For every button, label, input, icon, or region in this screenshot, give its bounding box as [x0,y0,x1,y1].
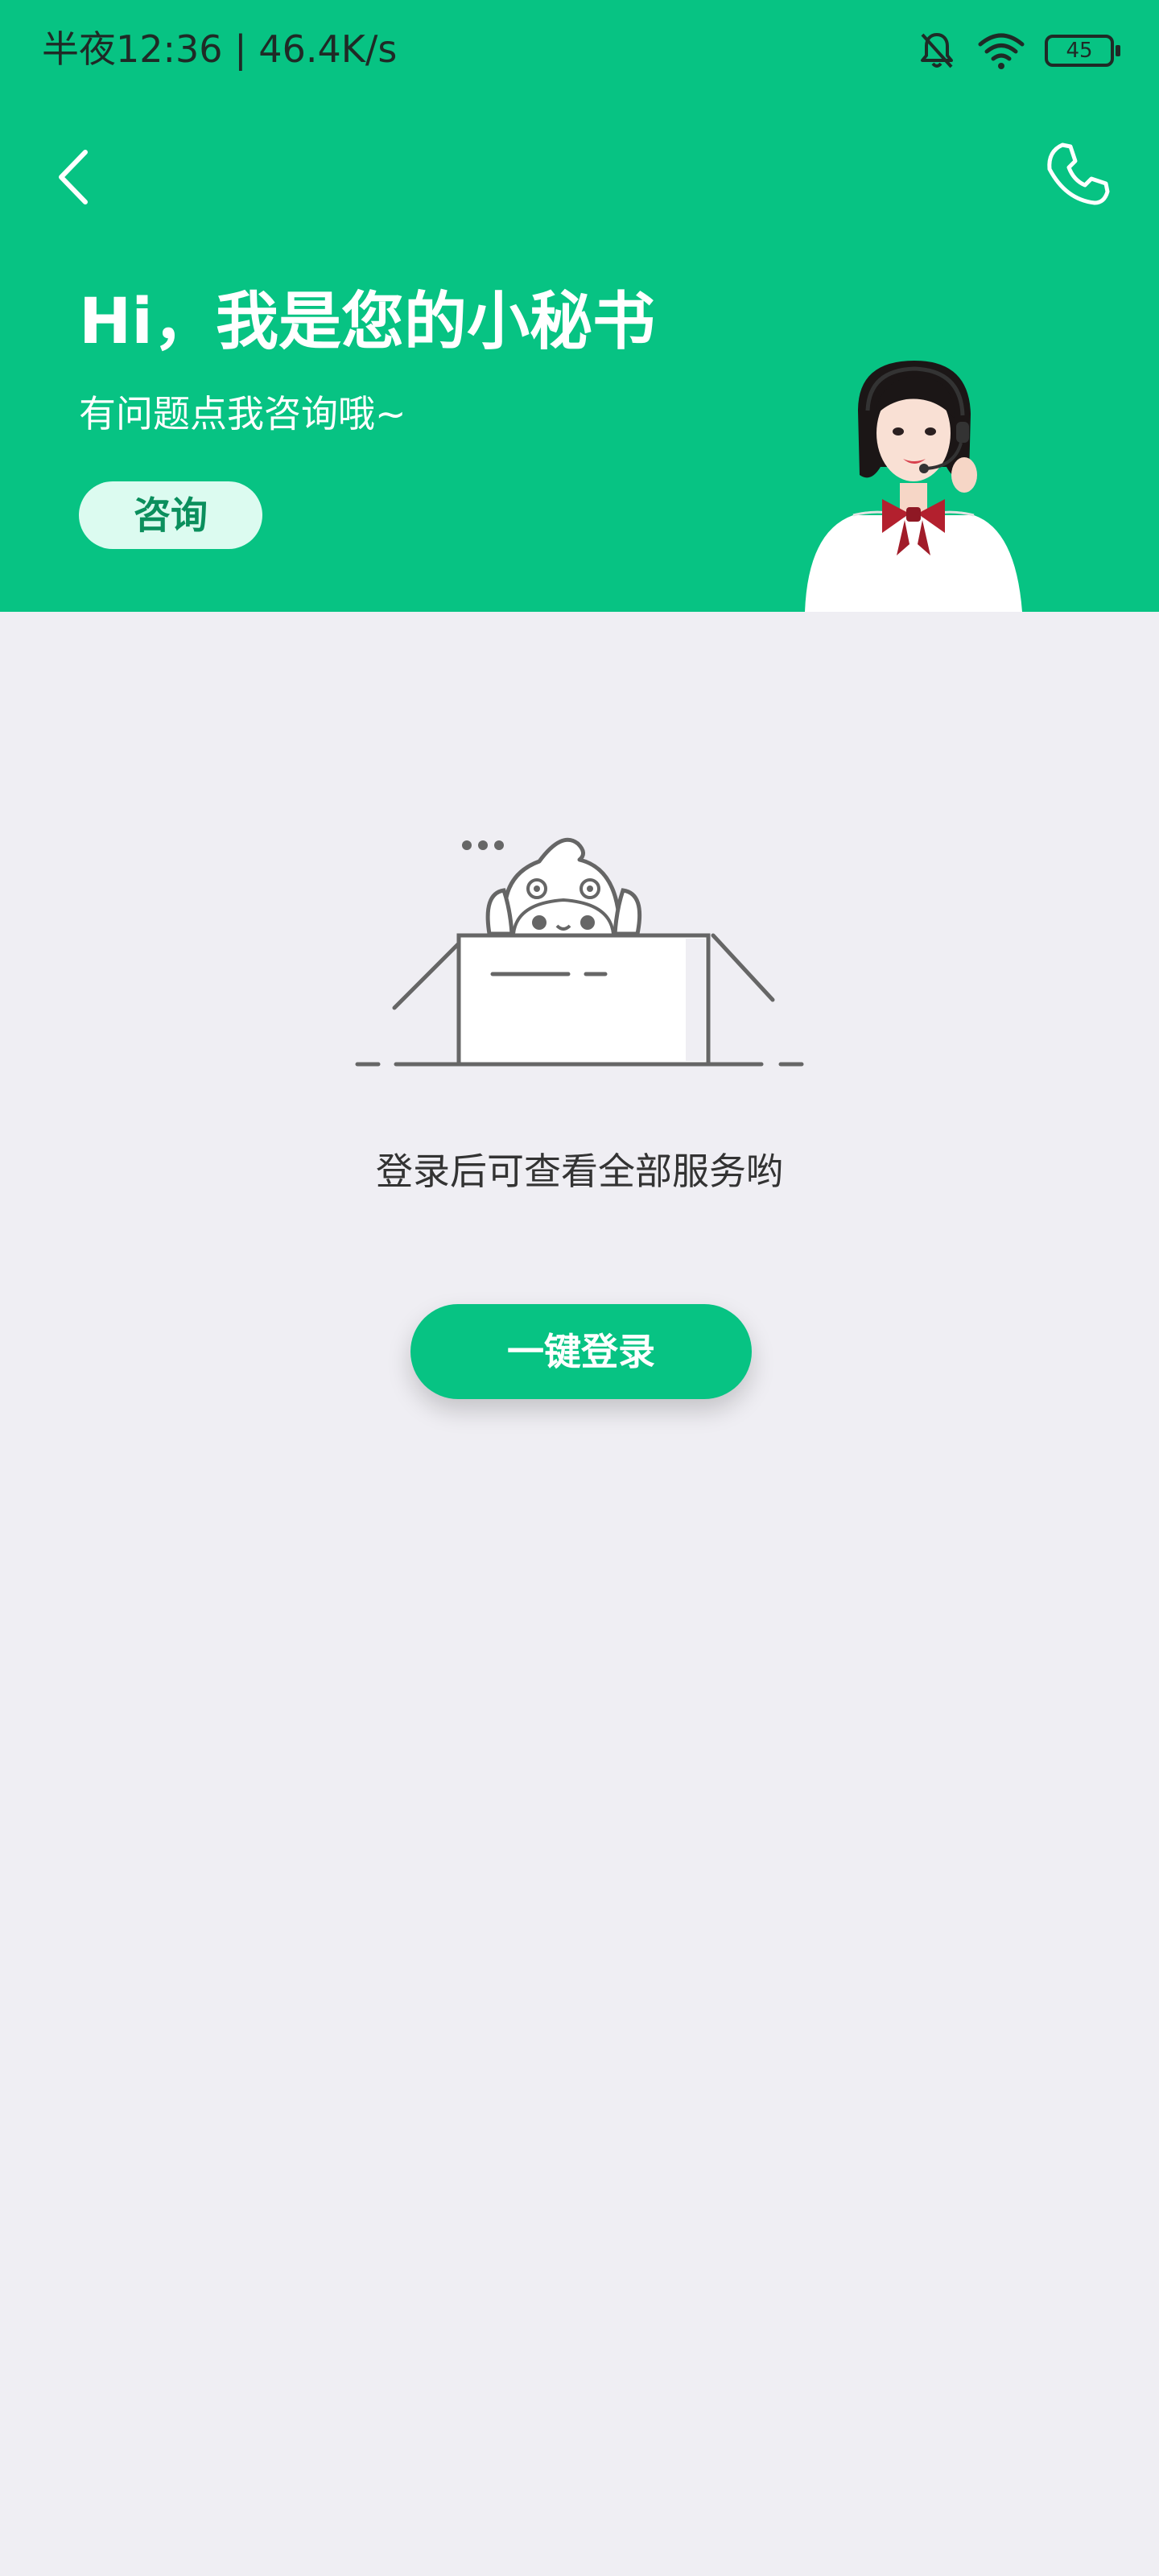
status-bar: 半夜12:36 | 46.4K/s 45 [0,0,1159,101]
battery-icon: 45 [1045,35,1120,67]
phone-icon[interactable] [1041,137,1114,209]
mute-bell-icon [921,33,953,68]
wifi-icon [978,33,1025,69]
battery-level: 45 [1066,39,1093,63]
hero-subtitle: 有问题点我咨询哦~ [79,392,406,436]
back-chevron-icon[interactable] [48,141,97,213]
header-banner: 半夜12:36 | 46.4K/s 45 Hi，我是您的小秘书 有问题点我咨询哦… [0,0,1159,612]
empty-box-mascot-illustration [355,837,804,1067]
consult-button[interactable]: 咨询 [79,481,262,549]
one-click-login-button[interactable]: 一键登录 [410,1304,752,1399]
status-time-speed: 半夜12:36 | 46.4K/s [42,27,398,71]
status-icons: 45 [916,26,1120,76]
customer-service-agent-image [805,361,1022,612]
login-prompt-message: 登录后可查看全部服务哟 [376,1150,783,1193]
hero-title: Hi，我是您的小秘书 [79,286,656,358]
